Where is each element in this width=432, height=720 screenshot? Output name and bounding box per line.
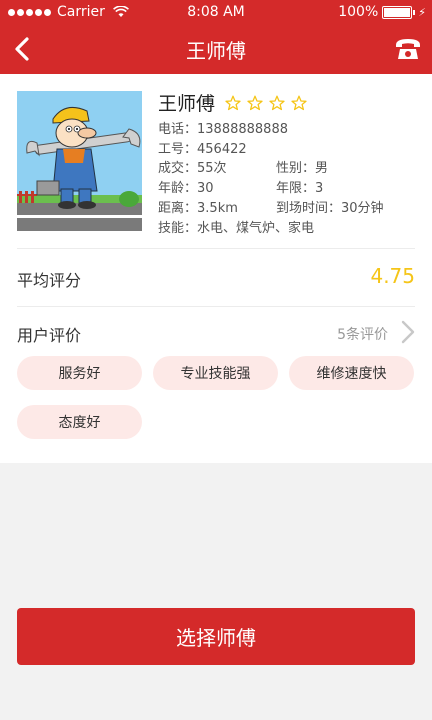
gender-label: 性别： (276, 161, 316, 176)
divider (17, 306, 415, 307)
gender-value: 男 (315, 161, 329, 176)
status-right: 100% ⚡ (338, 4, 426, 20)
phone-icon[interactable] (394, 36, 422, 62)
star-icon (225, 95, 241, 110)
distance-label: 距离： (158, 201, 198, 216)
id-line: 工号：456422 (158, 138, 247, 157)
average-rating-value: 4.75 (370, 264, 415, 288)
arrival-label: 到场时间： (276, 201, 342, 216)
star-icon (269, 95, 285, 110)
review-tag: 服务好 (17, 356, 142, 390)
star-icon (247, 95, 263, 110)
phone-label: 电话： (158, 122, 198, 137)
phone-line: 电话：13888888888 (158, 118, 288, 137)
master-info-card: 王师傅 电话：13888888888 工号：456422 成交：55次 性别：男… (0, 74, 432, 463)
id-label: 工号： (158, 142, 198, 157)
divider (17, 248, 415, 249)
deals-label: 成交： (158, 161, 198, 176)
distance-line: 距离：3.5km (158, 197, 238, 216)
rating-stars (225, 95, 313, 111)
skills-label: 技能： (158, 221, 198, 236)
review-tag: 专业技能强 (153, 356, 278, 390)
battery-icon (382, 5, 416, 19)
gender-line: 性别：男 (276, 157, 328, 176)
status-bar: Carrier 8:08 AM 100% ⚡ (0, 0, 432, 24)
skills-value: 水电、煤气炉、家电 (197, 221, 315, 236)
age-value: 30 (197, 181, 214, 196)
review-tag: 态度好 (17, 405, 142, 439)
avatar (17, 91, 142, 231)
nav-bar: 王师傅 (0, 24, 432, 74)
name-row: 王师傅 (158, 89, 313, 116)
battery-percent: 100% (338, 4, 379, 20)
years-value: 3 (315, 181, 324, 196)
average-rating-label: 平均评分 (17, 271, 82, 290)
phone-value: 13888888888 (197, 122, 288, 137)
arrival-line: 到场时间：30分钟 (276, 197, 384, 216)
age-line: 年龄：30 (158, 177, 214, 196)
id-value: 456422 (197, 142, 247, 157)
deals-line: 成交：55次 (158, 157, 227, 176)
age-label: 年龄： (158, 181, 198, 196)
star-icon (291, 95, 307, 110)
review-count-link[interactable]: 5条评价 (337, 324, 388, 344)
review-tag: 维修速度快 (289, 356, 414, 390)
chevron-right-icon[interactable] (400, 319, 416, 345)
years-line: 年限：3 (276, 177, 323, 196)
distance-value: 3.5km (197, 201, 238, 216)
arrival-value: 30分钟 (341, 201, 384, 216)
charging-icon: ⚡ (418, 5, 426, 19)
skills-line: 技能：水电、煤气炉、家电 (158, 217, 314, 236)
years-label: 年限： (276, 181, 316, 196)
deals-value: 55次 (197, 161, 227, 176)
user-reviews-label: 用户评价 (17, 326, 82, 345)
page-title: 王师傅 (186, 39, 246, 63)
select-master-button[interactable]: 选择师傅 (17, 608, 415, 665)
master-name: 王师傅 (158, 93, 216, 115)
